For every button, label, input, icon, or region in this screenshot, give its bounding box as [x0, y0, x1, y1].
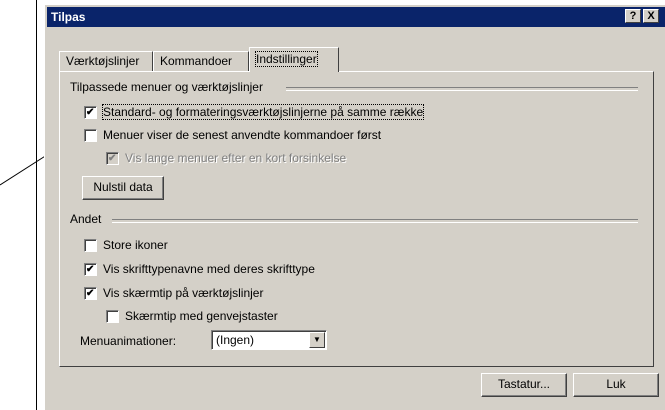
checkbox-long-menus [106, 151, 119, 165]
menu-animations-value: (Ingen) [216, 333, 255, 347]
option-recent-commands[interactable]: Menuer viser de senest anvendte kommando… [84, 128, 381, 142]
options-panel: Tilpassede menuer og værktøjslinjer Stan… [59, 71, 654, 367]
help-icon[interactable]: ? [625, 9, 641, 23]
group-menus-divider [286, 87, 638, 91]
tab-toolbars[interactable]: Værktøjslinjer [59, 51, 153, 71]
option-font-names-label: Vis skrifttypenavne med deres skrifttype [103, 262, 315, 276]
chevron-down-icon[interactable]: ▼ [309, 332, 325, 348]
option-font-names[interactable]: Vis skrifttypenavne med deres skrifttype [84, 262, 315, 276]
checkbox-shortcut-keys[interactable] [106, 309, 119, 323]
option-shortcut-keys[interactable]: Skærmtip med genvejstaster [106, 309, 278, 323]
close-button[interactable]: Luk [573, 373, 659, 397]
menu-animations-label: Menuanimationer: [80, 334, 177, 348]
group-other-label: Andet [70, 212, 102, 226]
customize-dialog: Tilpas ? X Værktøjslinjer Kommandoer Ind… [44, 4, 665, 410]
keyboard-button[interactable]: Tastatur... [481, 373, 567, 397]
option-same-row-label: Standard- og formateringsværktøjslinjern… [101, 104, 425, 120]
close-icon[interactable]: X [643, 9, 659, 23]
group-menus-label: Tilpassede menuer og værktøjslinjer [70, 80, 263, 94]
title-bar[interactable]: Tilpas ? X [47, 7, 665, 27]
checkbox-screentips[interactable] [84, 286, 97, 300]
option-same-row[interactable]: Standard- og formateringsværktøjslinjern… [84, 104, 425, 120]
option-recent-commands-label: Menuer viser de senest anvendte kommando… [103, 128, 382, 142]
option-shortcut-keys-label: Skærmtip med genvejstaster [125, 309, 278, 323]
group-other-divider [112, 219, 638, 223]
option-long-menus: Vis lange menuer efter en kort forsinkel… [106, 151, 346, 165]
checkbox-font-names[interactable] [84, 262, 97, 276]
tab-commands[interactable]: Kommandoer [153, 51, 249, 71]
reset-data-button[interactable]: Nulstil data [82, 176, 164, 200]
tab-options[interactable]: Indstillinger [249, 47, 339, 72]
checkbox-same-row[interactable] [84, 105, 97, 119]
menu-animations-select[interactable]: (Ingen) ▼ [211, 330, 327, 350]
checkbox-large-icons[interactable] [84, 238, 97, 252]
option-screentips[interactable]: Vis skærmtip på værktøjslinjer [84, 286, 263, 300]
option-screentips-label: Vis skærmtip på værktøjslinjer [103, 286, 264, 300]
checkbox-recent-commands[interactable] [84, 128, 97, 142]
option-large-icons[interactable]: Store ikoner [84, 238, 168, 252]
option-long-menus-label: Vis lange menuer efter en kort forsinkel… [125, 151, 347, 165]
option-large-icons-label: Store ikoner [103, 238, 168, 252]
tab-options-label: Indstillinger [255, 51, 318, 67]
dialog-title: Tilpas [51, 10, 86, 24]
